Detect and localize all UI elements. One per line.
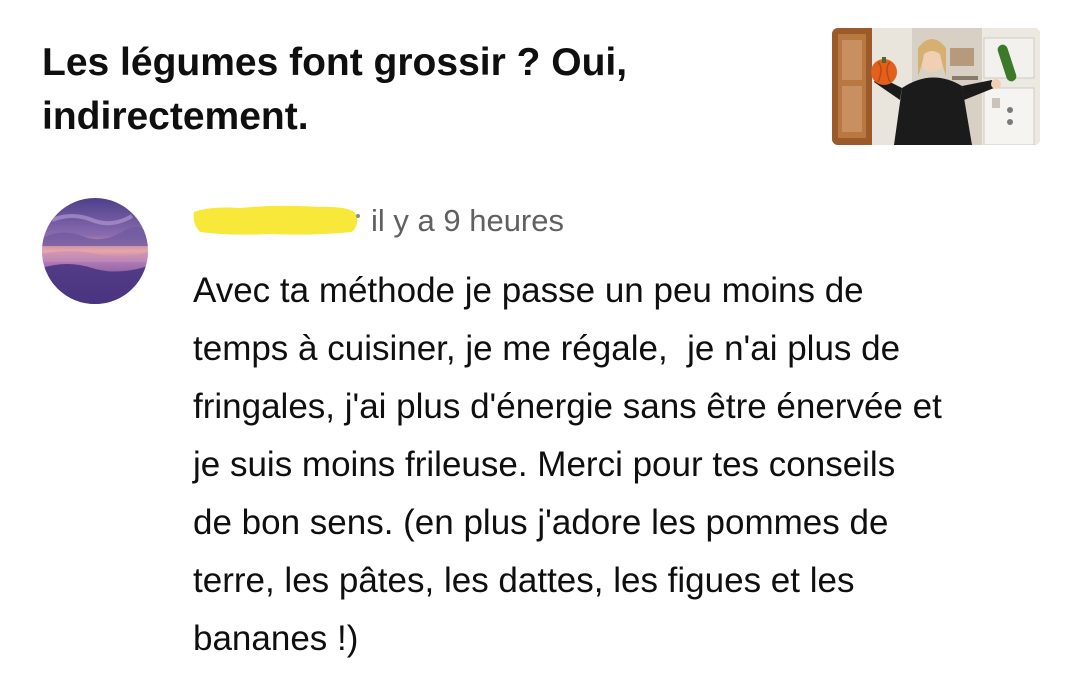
comment-timestamp: il y a 9 heures xyxy=(371,203,564,238)
video-title-line-2: indirectement. xyxy=(42,95,309,138)
video-header: Les légumes font grossir ? Oui, indirect… xyxy=(0,0,1078,170)
redaction-highlight xyxy=(193,205,360,235)
comment-text-line-7: bananes !) xyxy=(193,619,359,658)
video-title-line-1: Les légumes font grossir ? Oui, xyxy=(42,41,628,84)
comment-text-line-2: temps à cuisiner, je me régale, je n'ai … xyxy=(193,329,901,368)
avatar-image xyxy=(42,198,148,304)
comment-text-line-5: de bon sens. (en plus j'adore les pommes… xyxy=(193,503,889,542)
video-thumbnail-image xyxy=(832,28,1040,145)
author-name-redacted[interactable] xyxy=(190,202,360,238)
video-thumbnail[interactable] xyxy=(832,28,1040,145)
comment-text-line-6: terre, les pâtes, les dattes, les figues… xyxy=(193,561,855,600)
comment-text-line-3: fringales, j'ai plus d'énergie sans être… xyxy=(193,387,942,426)
comment-text-line-1: Avec ta méthode je passe un peu moins de xyxy=(193,271,864,310)
comment: il y a 9 heures Avec ta méthode je passe… xyxy=(0,180,1078,695)
sunset-avatar-icon[interactable] xyxy=(42,198,148,304)
comment-text-line-4: je suis moins frileuse. Merci pour tes c… xyxy=(193,445,896,484)
video-title[interactable]: Les légumes font grossir ? Oui, indirect… xyxy=(42,36,762,144)
comment-text: Avec ta méthode je passe un peu moins de… xyxy=(193,262,1053,668)
